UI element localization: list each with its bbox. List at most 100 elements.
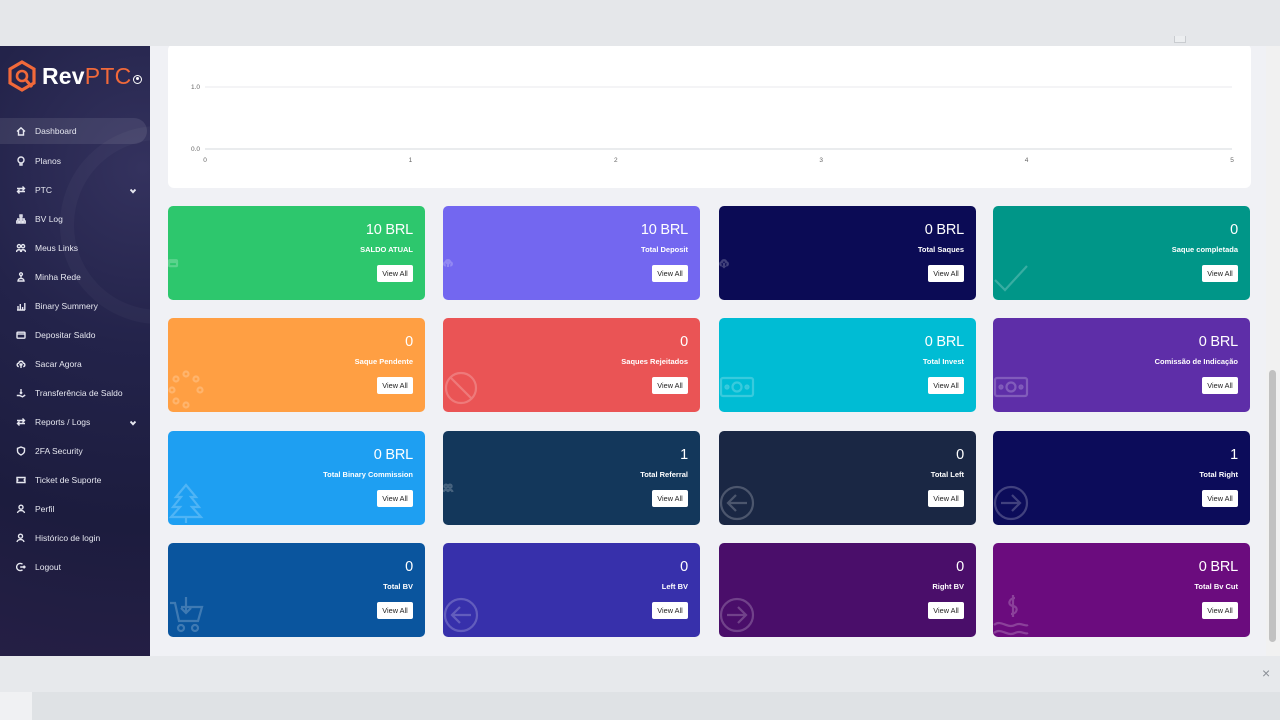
sidebar-item-minha-rede[interactable]: Minha Rede [0, 262, 150, 291]
stat-value: 0 BRL [1198, 559, 1239, 575]
sidebar-item-bv-log[interactable]: BV Log [0, 204, 150, 233]
sidebar-item-meus-links[interactable]: Meus Links [0, 233, 150, 262]
sidebar-item-ticket-de-suporte[interactable]: Ticket de Suporte [0, 465, 150, 494]
window-restore-icon[interactable] [1174, 36, 1186, 43]
stat-card-total-deposit: 10 BRL Total Deposit View All [443, 206, 700, 300]
view-all-button[interactable]: View All [928, 490, 964, 507]
ban-icon [443, 370, 479, 412]
sidebar-item-label: Perfil [35, 503, 55, 514]
wallet-icon [16, 330, 26, 340]
chevron-down-icon [129, 186, 137, 194]
view-all-button[interactable]: View All [652, 602, 688, 619]
shield-icon [16, 445, 26, 456]
stat-card-total-left: 0 Total Left View All [719, 431, 976, 525]
arrow-right-circle-icon [993, 483, 1029, 525]
logo-text-accent: PTC [84, 62, 132, 89]
logo-text: RevPTC [42, 63, 131, 90]
sidebar-item-logout[interactable]: Logout [0, 552, 150, 581]
stat-value: 0 [405, 559, 413, 575]
cloud-download-icon [719, 258, 755, 300]
sidebar-item-2fa-security[interactable]: 2FA Security [0, 436, 150, 465]
stat-label: Comissão de Indicação [1154, 357, 1238, 366]
sidebar-item-label: Sacar Agora [35, 358, 82, 369]
chart-x-tick-label: 0 [203, 157, 207, 164]
stat-card-left-bv: 0 Left BV View All [443, 543, 700, 637]
sitemap-icon [16, 213, 26, 224]
money-icon [719, 370, 755, 412]
exchange-icon [16, 417, 26, 427]
home-icon [16, 126, 26, 136]
view-all-button[interactable]: View All [928, 602, 964, 619]
logout-icon [16, 562, 26, 572]
scrollbar[interactable] [1266, 46, 1280, 656]
stat-label: SALDO ATUAL [360, 245, 413, 254]
view-all-button[interactable]: View All [377, 265, 413, 282]
stat-value: 0 [1230, 222, 1238, 238]
view-all-button[interactable]: View All [1202, 602, 1238, 619]
network-icon [16, 271, 26, 282]
stat-value: 10 BRL [640, 222, 688, 238]
chart-x-tick-label: 1 [409, 157, 413, 164]
view-all-button[interactable]: View All [928, 377, 964, 394]
view-all-button[interactable]: View All [652, 490, 688, 507]
stat-value: 0 [956, 447, 964, 463]
view-all-button[interactable]: View All [377, 490, 413, 507]
stat-label: Saque completada [1171, 245, 1238, 254]
sidebar-item-sacar-agora[interactable]: Sacar Agora [0, 349, 150, 378]
chart-card: 1.0 0.0 0 1 2 3 4 5 [168, 46, 1251, 188]
scrollbar-thumb[interactable] [1269, 370, 1276, 642]
sidebar-item-perfil[interactable]: Perfil [0, 494, 150, 523]
logo-mark-icon [8, 60, 36, 92]
stat-value: 0 BRL [373, 447, 414, 463]
sidebar-item-transferência-de-saldo[interactable]: Transferência de Saldo [0, 378, 150, 407]
stat-value: 0 BRL [1198, 334, 1239, 350]
stat-card-saque-pendente: 0 Saque Pendente View All [168, 318, 425, 412]
view-all-button[interactable]: View All [1202, 377, 1238, 394]
stat-value: 10 BRL [365, 222, 413, 238]
sidebar-item-binary-summery[interactable]: Binary Summery [0, 291, 150, 320]
sidebar-item-label: Planos [35, 155, 61, 166]
sidebar-item-label: 2FA Security [35, 445, 83, 456]
bottom-thumbnail [0, 692, 32, 720]
sidebar-item-reports-logs[interactable]: Reports / Logs [0, 407, 150, 436]
chart-y-tick-label: 1.0 [191, 84, 200, 91]
sidebar: RevPTC Dashboard Planos PTC BV Log Meus Link… [0, 46, 150, 656]
chart-x-tick-label: 5 [1230, 157, 1234, 164]
sidebar-item-label: Ticket de Suporte [35, 474, 102, 485]
view-all-button[interactable]: View All [1202, 265, 1238, 282]
sidebar-item-ptc[interactable]: PTC [0, 175, 150, 204]
stat-label: Right BV [932, 582, 964, 591]
stat-card-comissão-de-indicação: 0 BRL Comissão de Indicação View All [993, 318, 1250, 412]
stat-card-total-saques: 0 BRL Total Saques View All [719, 206, 976, 300]
chart-y-tick-label: 0.0 [191, 146, 200, 153]
close-icon[interactable]: × [1262, 666, 1270, 680]
stat-value: 0 [956, 559, 964, 575]
stat-label: Total Referral [640, 470, 688, 479]
bottom-strip [0, 692, 1280, 720]
view-all-button[interactable]: View All [928, 265, 964, 282]
view-all-button[interactable]: View All [1202, 490, 1238, 507]
chart-icon [16, 301, 26, 311]
view-all-button[interactable]: View All [377, 377, 413, 394]
view-all-button[interactable]: View All [652, 265, 688, 282]
stat-card-total-binary-commission: 0 BRL Total Binary Commission View All [168, 431, 425, 525]
sidebar-item-label: PTC [35, 184, 52, 195]
sidebar-item-histórico-de-login[interactable]: Histórico de login [0, 523, 150, 552]
stat-label: Total Saques [917, 245, 964, 254]
arrow-right-circle-icon [719, 595, 755, 637]
view-all-button[interactable]: View All [377, 602, 413, 619]
view-all-button[interactable]: View All [652, 377, 688, 394]
sidebar-item-label: Transferência de Saldo [35, 387, 123, 398]
chevron-down-icon [129, 418, 137, 426]
stat-label: Total BV [383, 582, 413, 591]
users-icon [443, 483, 479, 525]
sidebar-item-depositar-saldo[interactable]: Depositar Saldo [0, 320, 150, 349]
stat-card-total-invest: 0 BRL Total Invest View All [719, 318, 976, 412]
logo[interactable]: RevPTC [6, 59, 143, 93]
stat-card-total-right: 1 Total Right View All [993, 431, 1250, 525]
chart-x-tick-label: 3 [819, 157, 823, 164]
sidebar-item-dashboard[interactable]: Dashboard [0, 118, 147, 144]
cloud-upload-icon [16, 359, 26, 369]
sidebar-item-planos[interactable]: Planos [0, 146, 150, 175]
stat-label: Total Bv Cut [1194, 582, 1238, 591]
